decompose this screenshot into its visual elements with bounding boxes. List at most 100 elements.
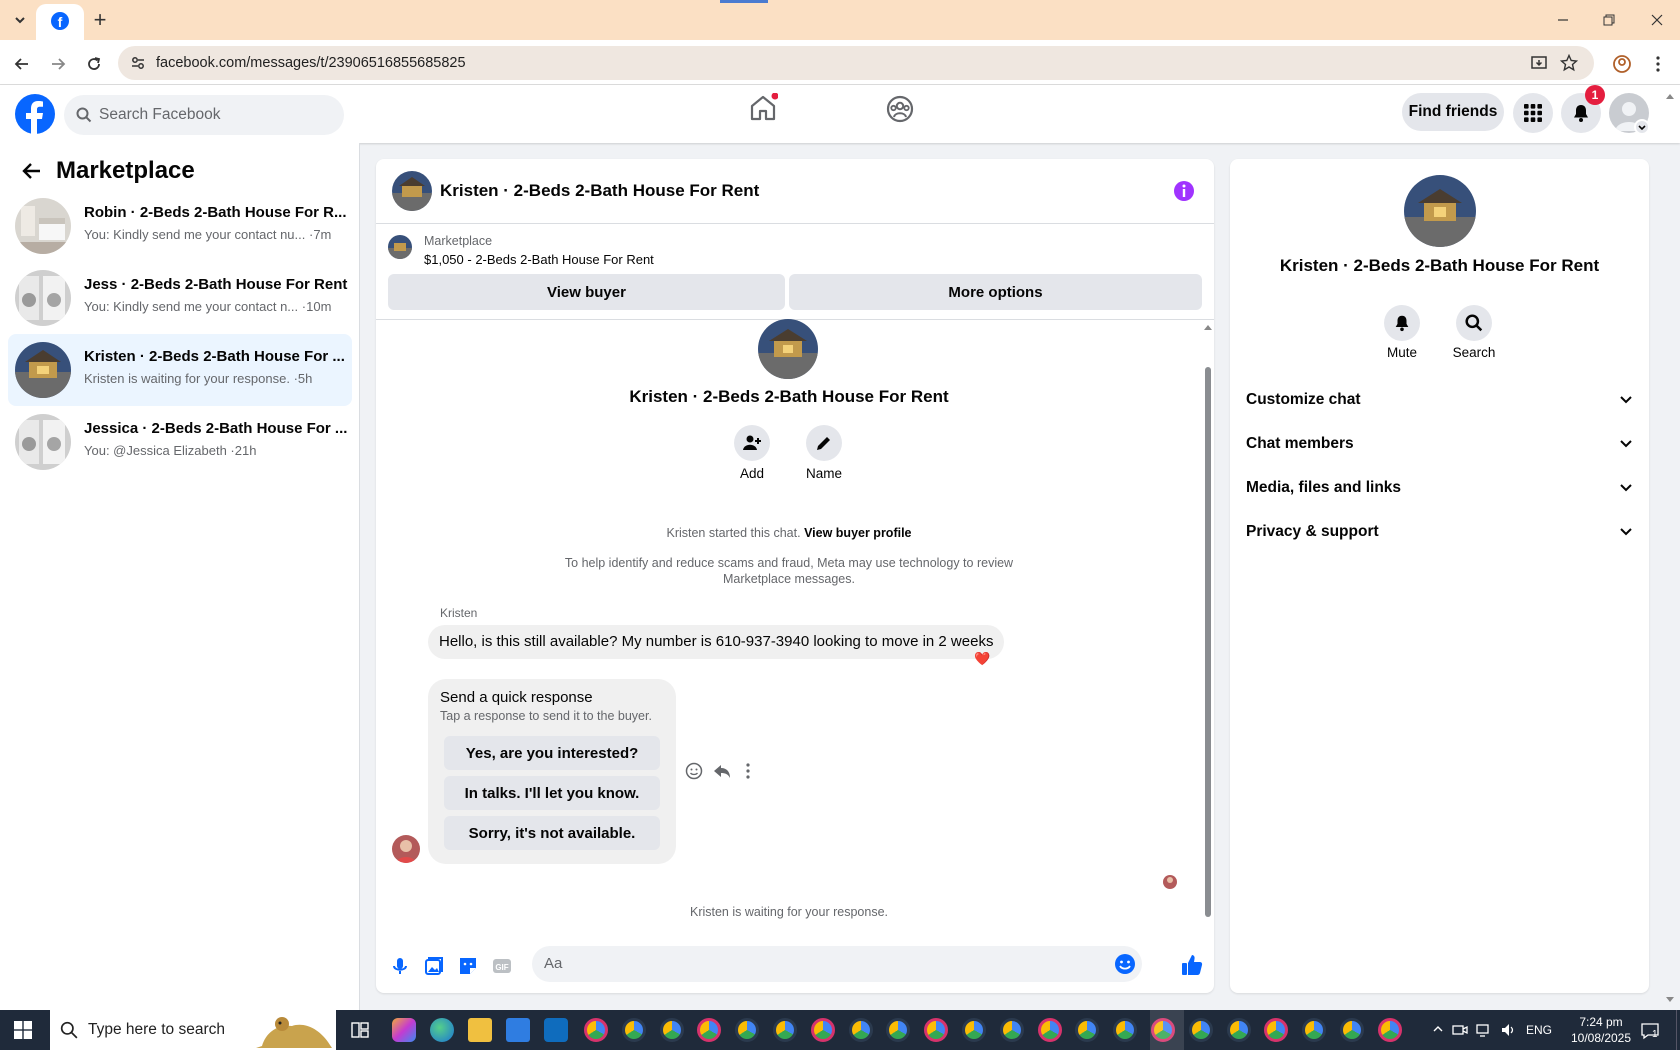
back-arrow-icon[interactable] [22, 161, 42, 181]
view-buyer-button[interactable]: View buyer [388, 274, 785, 310]
message-bubble[interactable]: Hello, is this still available? My numbe… [428, 625, 1005, 659]
facebook-search-input[interactable]: Search Facebook [64, 95, 344, 135]
listing-title[interactable]: $1,050 - 2-Beds 2-Bath House For Rent [424, 252, 654, 267]
find-friends-button[interactable]: Find friends [1402, 93, 1504, 131]
message-input[interactable]: Aa [532, 946, 1142, 982]
home-icon[interactable] [748, 93, 778, 123]
conversation-item-jess[interactable]: Jess · 2-Beds 2-Bath House For Rent You:… [8, 262, 352, 334]
microsoft-store-icon[interactable] [506, 1018, 530, 1042]
copilot-icon[interactable] [392, 1018, 416, 1042]
mute-bell-icon[interactable] [1384, 305, 1420, 341]
chrome-window-icon[interactable] [697, 1018, 722, 1042]
react-smiley-icon[interactable] [685, 762, 703, 780]
media-files-links-section[interactable]: Media, files and links [1246, 469, 1634, 509]
facebook-logo-icon[interactable] [15, 94, 55, 134]
tab-search-dropdown-icon[interactable] [8, 8, 32, 32]
add-person-icon[interactable] [734, 425, 770, 461]
message-more-icon[interactable] [746, 763, 750, 779]
customize-chat-section[interactable]: Customize chat [1246, 381, 1634, 421]
notification-center-icon[interactable]: 1 [1640, 1021, 1660, 1041]
menu-grid-icon[interactable] [1513, 93, 1553, 133]
task-view-icon[interactable] [350, 1020, 370, 1040]
chrome-window-icon[interactable] [810, 1018, 835, 1042]
volume-icon[interactable] [1500, 1022, 1516, 1038]
forward-icon[interactable] [44, 50, 72, 78]
page-scroll-down-icon[interactable] [1664, 994, 1676, 1006]
attach-photo-icon[interactable] [424, 956, 444, 976]
details-avatar[interactable] [1404, 175, 1476, 247]
chrome-window-icon[interactable] [735, 1018, 760, 1042]
quick-response-yes[interactable]: Yes, are you interested? [444, 736, 660, 770]
edge-browser-icon[interactable] [430, 1018, 454, 1042]
chrome-window-icon[interactable] [1037, 1018, 1062, 1042]
chrome-window-icon[interactable] [621, 1018, 646, 1042]
chrome-window-icon[interactable] [1226, 1018, 1251, 1042]
reply-icon[interactable] [713, 762, 731, 780]
search-in-chat-icon[interactable] [1456, 305, 1492, 341]
windows-start-icon[interactable] [14, 1021, 32, 1039]
address-bar[interactable]: facebook.com/messages/t/2390651685568582… [118, 46, 1594, 80]
chat-members-section[interactable]: Chat members [1246, 425, 1634, 465]
account-chevron-icon[interactable] [1634, 119, 1650, 135]
outlook-icon[interactable] [544, 1018, 568, 1042]
chrome-window-icon[interactable] [924, 1018, 949, 1042]
minimize-button[interactable] [1540, 0, 1586, 40]
taskbar-search-box[interactable]: Type here to search [50, 1010, 336, 1050]
conversation-info-icon[interactable] [1172, 179, 1196, 203]
edit-name-pencil-icon[interactable] [806, 425, 842, 461]
thumbs-up-like-icon[interactable] [1180, 953, 1204, 977]
chat-header-avatar[interactable] [392, 171, 432, 211]
emoji-icon[interactable] [1114, 953, 1136, 975]
chrome-window-icon[interactable] [962, 1018, 986, 1042]
new-tab-button[interactable]: + [88, 7, 112, 32]
chrome-window-icon[interactable] [1377, 1018, 1402, 1042]
profile-photo[interactable] [758, 319, 818, 379]
chrome-window-icon[interactable] [1188, 1018, 1213, 1042]
quick-response-in-talks[interactable]: In talks. I'll let you know. [444, 776, 660, 810]
show-hidden-icons-chevron[interactable] [1432, 1023, 1444, 1035]
chat-scrollbar[interactable] [1202, 321, 1214, 993]
site-info-icon[interactable] [130, 55, 146, 71]
install-app-icon[interactable] [1530, 54, 1548, 72]
chrome-window-icon[interactable] [848, 1018, 873, 1042]
chrome-window-icon[interactable] [999, 1018, 1024, 1042]
profile-icon[interactable] [1608, 50, 1636, 78]
heart-reaction-icon[interactable]: ❤️ [974, 651, 990, 667]
conversation-item-jessica[interactable]: Jessica · 2-Beds 2-Bath House For ... Yo… [8, 406, 352, 478]
notifications-bell-icon[interactable]: 1 [1561, 85, 1605, 133]
bookmark-star-icon[interactable] [1560, 54, 1578, 72]
chrome-window-icon[interactable] [1340, 1018, 1364, 1042]
show-desktop-button[interactable] [1676, 1010, 1680, 1050]
conversation-item-robin[interactable]: Robin · 2-Beds 2-Bath House For R... You… [8, 190, 352, 262]
chrome-window-icon[interactable] [659, 1018, 684, 1042]
reload-icon[interactable] [80, 50, 108, 78]
chrome-window-icon[interactable] [584, 1018, 608, 1042]
voice-clip-icon[interactable] [390, 956, 410, 976]
view-buyer-profile-link[interactable]: View buyer profile [804, 526, 911, 540]
sticker-icon[interactable] [458, 956, 478, 976]
close-window-button[interactable] [1634, 0, 1680, 40]
chrome-window-icon[interactable] [1113, 1018, 1138, 1042]
chrome-window-icon[interactable] [1075, 1018, 1100, 1042]
browser-menu-icon[interactable] [1644, 50, 1672, 78]
chrome-window-icon[interactable] [1264, 1018, 1289, 1042]
privacy-support-section[interactable]: Privacy & support [1246, 513, 1634, 553]
page-scroll-up-icon[interactable] [1664, 90, 1676, 102]
sender-avatar[interactable] [392, 835, 420, 863]
chrome-window-icon[interactable] [773, 1018, 797, 1042]
restore-button[interactable] [1586, 0, 1632, 40]
chat-header-title[interactable]: Kristen · 2-Beds 2-Bath House For Rent [440, 181, 759, 201]
active-tab[interactable]: f [36, 4, 84, 40]
language-indicator[interactable]: ENG [1526, 1023, 1552, 1037]
gif-icon[interactable]: GIF [492, 956, 512, 976]
chrome-window-icon[interactable] [886, 1018, 911, 1042]
network-icon[interactable] [1476, 1022, 1492, 1038]
conversation-item-kristen[interactable]: Kristen · 2-Beds 2-Bath House For ... Kr… [8, 334, 352, 406]
file-explorer-icon[interactable] [468, 1018, 492, 1042]
quick-response-sorry[interactable]: Sorry, it's not available. [444, 816, 660, 850]
meet-now-icon[interactable] [1452, 1022, 1468, 1038]
clock[interactable]: 7:24 pm 10/08/2025 [1566, 1014, 1636, 1046]
more-options-button[interactable]: More options [789, 274, 1202, 310]
chrome-window-icon[interactable] [1302, 1018, 1327, 1042]
back-icon[interactable] [8, 50, 36, 78]
